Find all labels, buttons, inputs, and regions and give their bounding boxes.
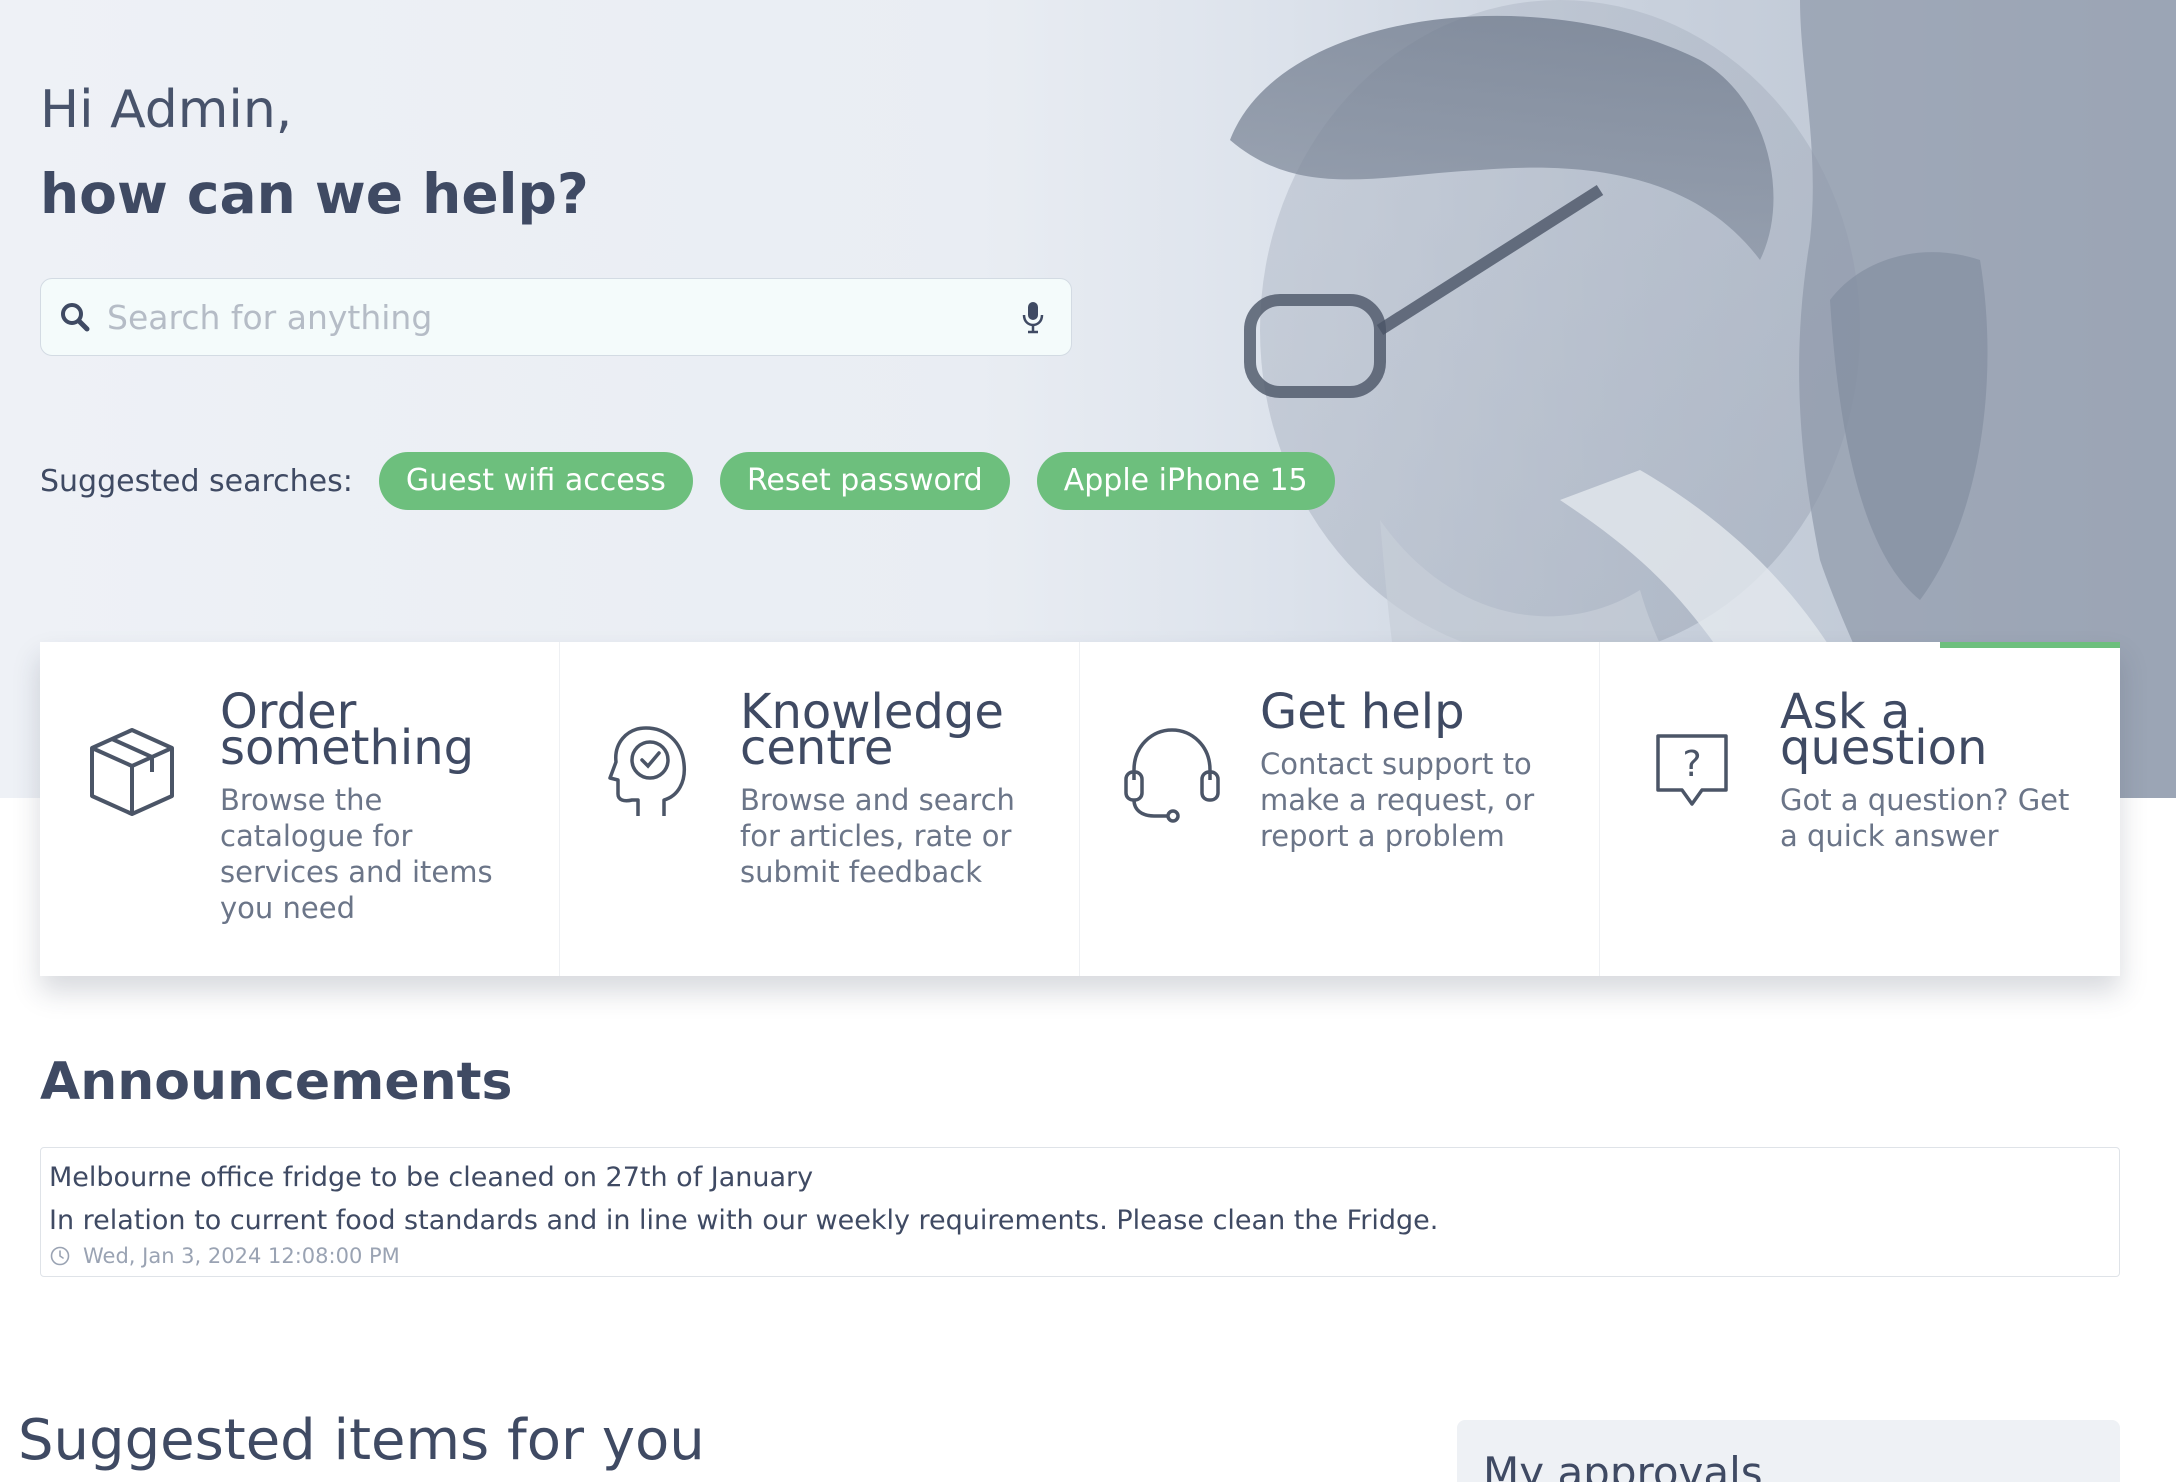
search-bar[interactable] — [40, 278, 1072, 356]
my-approvals-title: My approvals — [1483, 1448, 1763, 1482]
announcement-item[interactable]: Melbourne office fridge to be cleaned on… — [40, 1147, 2120, 1277]
suggested-items-title: Suggested items for you — [18, 1408, 705, 1473]
greeting: Hi Admin, — [40, 80, 293, 140]
announcement-date: Wed, Jan 3, 2024 12:08:00 PM — [49, 1244, 2111, 1268]
card-order-something[interactable]: Order something Browse the catalogue for… — [40, 642, 560, 976]
suggestion-chip-reset-password[interactable]: Reset password — [719, 452, 1010, 510]
card-title: Knowledge centre — [740, 684, 1004, 776]
clock-icon — [50, 1246, 70, 1266]
box-icon — [90, 728, 174, 816]
card-description: Browse and search for articles, rate or … — [740, 783, 1015, 889]
card-description: Contact support to make a request, or re… — [1260, 747, 1535, 853]
card-knowledge-centre[interactable]: Knowledge centre Browse and search for a… — [560, 642, 1080, 976]
suggestion-chip-apple-iphone[interactable]: Apple iPhone 15 — [1036, 452, 1335, 510]
announcement-headline: Melbourne office fridge to be cleaned on… — [49, 1162, 814, 1193]
active-accent-bar — [1940, 642, 2120, 648]
page-title: how can we help? — [40, 162, 589, 226]
announcement-date-text: Wed, Jan 3, 2024 12:08:00 PM — [83, 1244, 400, 1268]
suggestion-chip-guest-wifi[interactable]: Guest wifi access — [378, 452, 693, 510]
head-check-icon — [608, 726, 687, 816]
announcements-title: Announcements — [40, 1052, 513, 1112]
card-title: Order something — [220, 684, 475, 776]
headset-icon — [1124, 728, 1220, 823]
microphone-icon[interactable] — [1013, 297, 1053, 337]
search-input[interactable] — [107, 297, 1013, 337]
card-ask-a-question[interactable]: ? Ask a question Got a question? Get a q… — [1600, 642, 2120, 976]
card-description: Browse the catalogue for services and it… — [220, 783, 493, 925]
announcement-body: In relation to current food standards an… — [49, 1205, 1439, 1236]
card-title: Get help — [1260, 684, 1465, 740]
card-get-help[interactable]: Get help Contact support to make a reque… — [1080, 642, 1600, 976]
search-icon — [57, 299, 93, 335]
svg-text:?: ? — [1682, 744, 1701, 785]
suggested-searches-label: Suggested searches: — [40, 463, 353, 499]
action-cards: Order something Browse the catalogue for… — [40, 642, 2120, 976]
card-title: Ask a question — [1780, 684, 1988, 776]
question-bubble-icon: ? — [1656, 734, 1728, 806]
suggested-searches: Suggested searches: Guest wifi access Re… — [40, 452, 1362, 510]
my-approvals-panel[interactable]: My approvals — [1457, 1420, 2120, 1482]
card-description: Got a question? Get a quick answer — [1780, 783, 2070, 853]
